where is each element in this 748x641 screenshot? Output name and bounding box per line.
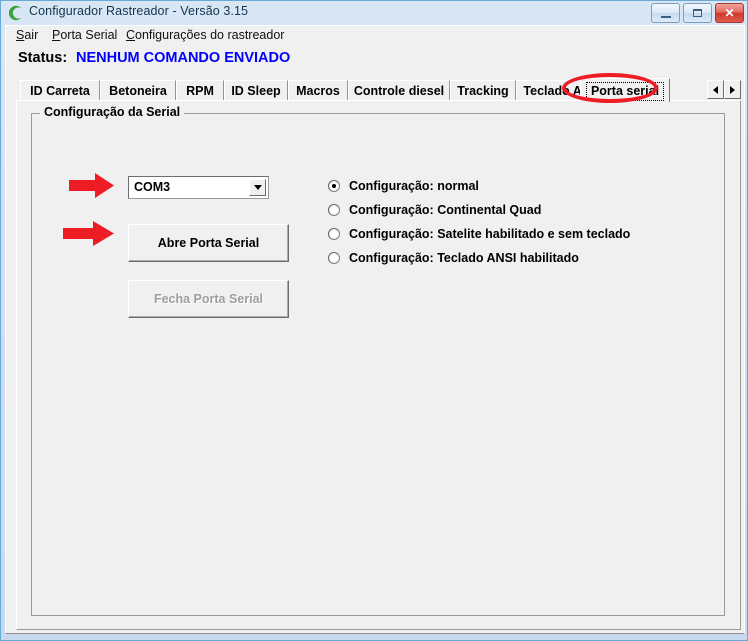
- tab-scroll-buttons: [707, 80, 741, 99]
- tab-label: Macros: [296, 84, 340, 98]
- scroll-tabs-left-button[interactable]: [707, 80, 724, 99]
- tab-id-sleep[interactable]: ID Sleep: [224, 80, 288, 101]
- tab-rpm[interactable]: RPM: [176, 80, 224, 101]
- radio-configuracao-continental-quad[interactable]: Configuração: Continental Quad: [328, 200, 541, 220]
- scroll-tabs-right-button[interactable]: [724, 80, 741, 99]
- tab-strip: ID Carreta Betoneira RPM ID Sleep Macros…: [16, 78, 741, 102]
- groupbox-title: Configuração da Serial: [40, 105, 185, 119]
- radio-label: Configuração: Teclado ANSI habilitado: [349, 251, 579, 265]
- open-serial-port-button[interactable]: Abre Porta Serial: [128, 224, 289, 262]
- tab-label: ID Carreta: [30, 84, 90, 98]
- radio-label: Configuração: normal: [349, 179, 479, 193]
- minimize-icon: [652, 4, 679, 22]
- tab-tracking[interactable]: Tracking: [450, 80, 516, 101]
- chevron-right-icon: [730, 85, 735, 94]
- client-area: Sair Porta Serial Configurações do rastr…: [5, 25, 745, 634]
- tab-label: RPM: [186, 84, 214, 98]
- title-bar: Configurador Rastreador - Versão 3.15 ✕: [1, 1, 747, 25]
- menu-bar: Sair Porta Serial Configurações do rastr…: [6, 26, 744, 46]
- tab-label: Betoneira: [109, 84, 167, 98]
- tab-control: ID Carreta Betoneira RPM ID Sleep Macros…: [16, 78, 741, 630]
- tab-label: Controle diesel: [353, 84, 445, 98]
- radio-indicator: [328, 252, 340, 264]
- chevron-down-icon[interactable]: [249, 179, 266, 196]
- maximize-icon: [684, 4, 711, 22]
- radio-indicator-selected: [328, 180, 340, 192]
- menu-item-sair[interactable]: Sair: [16, 28, 38, 42]
- tab-id-carreta[interactable]: ID Carreta: [20, 80, 100, 101]
- close-icon: ✕: [724, 6, 735, 20]
- radio-label: Configuração: Continental Quad: [349, 203, 542, 217]
- minimize-button[interactable]: [651, 3, 680, 23]
- radio-configuracao-teclado-ansi-habilitado[interactable]: Configuração: Teclado ANSI habilitado: [328, 248, 579, 268]
- application-window: Configurador Rastreador - Versão 3.15 ✕ …: [0, 0, 748, 641]
- maximize-button[interactable]: [683, 3, 712, 23]
- open-serial-port-label: Abre Porta Serial: [157, 236, 260, 250]
- tab-porta-serial[interactable]: Porta serial: [580, 78, 670, 102]
- radio-configuracao-satelite-habilitado-sem-teclado[interactable]: Configuração: Satelite habilitado e sem …: [328, 224, 630, 244]
- window-title: Configurador Rastreador - Versão 3.15: [29, 4, 249, 18]
- tab-label: Porta serial: [585, 81, 665, 101]
- status-row: Status: NENHUM COMANDO ENVIADO: [6, 46, 744, 72]
- tab-macros[interactable]: Macros: [288, 80, 348, 101]
- menu-item-porta-serial[interactable]: Porta Serial: [52, 28, 117, 42]
- tab-label: ID Sleep: [231, 84, 281, 98]
- tab-betoneira[interactable]: Betoneira: [100, 80, 176, 101]
- close-serial-port-label: Fecha Porta Serial: [153, 292, 264, 306]
- tab-controle-diesel[interactable]: Controle diesel: [348, 80, 450, 101]
- tab-page-porta-serial: Configuração da Serial COM3 Abre Porta S…: [16, 100, 741, 630]
- radio-indicator: [328, 228, 340, 240]
- serial-port-value: COM3: [134, 180, 171, 194]
- chevron-left-icon: [713, 85, 718, 94]
- radio-indicator: [328, 204, 340, 216]
- close-serial-port-button[interactable]: Fecha Porta Serial: [128, 280, 289, 318]
- menu-item-configuracoes-do-rastreador[interactable]: Configurações do rastreador: [126, 28, 284, 42]
- serial-port-combobox[interactable]: COM3: [128, 176, 269, 199]
- status-label: Status:: [18, 50, 68, 66]
- close-button[interactable]: ✕: [715, 3, 744, 23]
- radio-configuracao-normal[interactable]: Configuração: normal: [328, 176, 479, 196]
- serial-configuration-groupbox: Configuração da Serial COM3 Abre Porta S…: [31, 105, 725, 616]
- tab-label: Tracking: [457, 84, 509, 98]
- status-value: NENHUM COMANDO ENVIADO: [76, 50, 291, 66]
- app-c-icon: [8, 5, 25, 21]
- radio-label: Configuração: Satelite habilitado e sem …: [349, 227, 631, 241]
